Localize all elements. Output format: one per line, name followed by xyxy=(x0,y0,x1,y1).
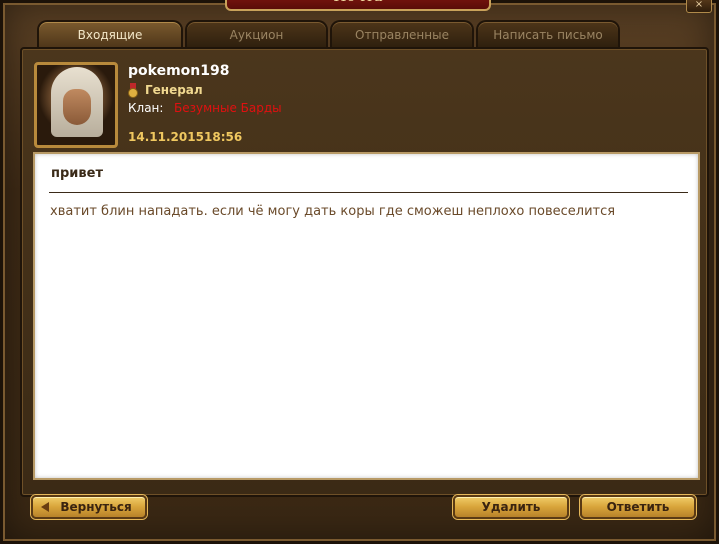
clan-name[interactable]: Безумные Барды xyxy=(174,101,282,115)
close-icon[interactable]: × xyxy=(686,0,712,13)
clan-label: Клан: xyxy=(128,101,164,115)
message-body: хватит блин нападать. если чё могу дать … xyxy=(50,204,616,219)
message-time: 18:56 xyxy=(204,130,243,144)
sender-username[interactable]: pokemon198 xyxy=(128,63,229,79)
medal-icon xyxy=(128,83,138,98)
tab-auction[interactable]: Аукцион xyxy=(185,20,328,47)
window-title: Почта xyxy=(225,0,491,11)
back-button[interactable]: Вернуться xyxy=(31,495,147,519)
back-button-label: Вернуться xyxy=(60,500,132,514)
message-panel: pokemon198 Генерал Клан: Безумные Барды … xyxy=(20,47,709,497)
delete-button[interactable]: Удалить xyxy=(453,495,569,519)
divider xyxy=(49,192,688,193)
tab-sent[interactable]: Отправленные xyxy=(330,20,474,47)
tab-bar: Входящие Аукцион Отправленные Написать п… xyxy=(37,20,637,49)
message-content: привет хватит блин нападать. если чё мог… xyxy=(33,152,700,480)
reply-button[interactable]: Ответить xyxy=(580,495,696,519)
mail-window: Почта × Входящие Аукцион Отправленные На… xyxy=(0,0,719,544)
sender-rank: Генерал xyxy=(145,83,203,97)
avatar[interactable] xyxy=(34,62,118,148)
tab-compose[interactable]: Написать письмо xyxy=(476,20,620,47)
message-subject: привет xyxy=(51,166,103,181)
arrow-left-icon xyxy=(41,502,49,512)
tab-inbox[interactable]: Входящие xyxy=(37,20,183,49)
message-date: 14.11.2015 xyxy=(128,130,204,144)
